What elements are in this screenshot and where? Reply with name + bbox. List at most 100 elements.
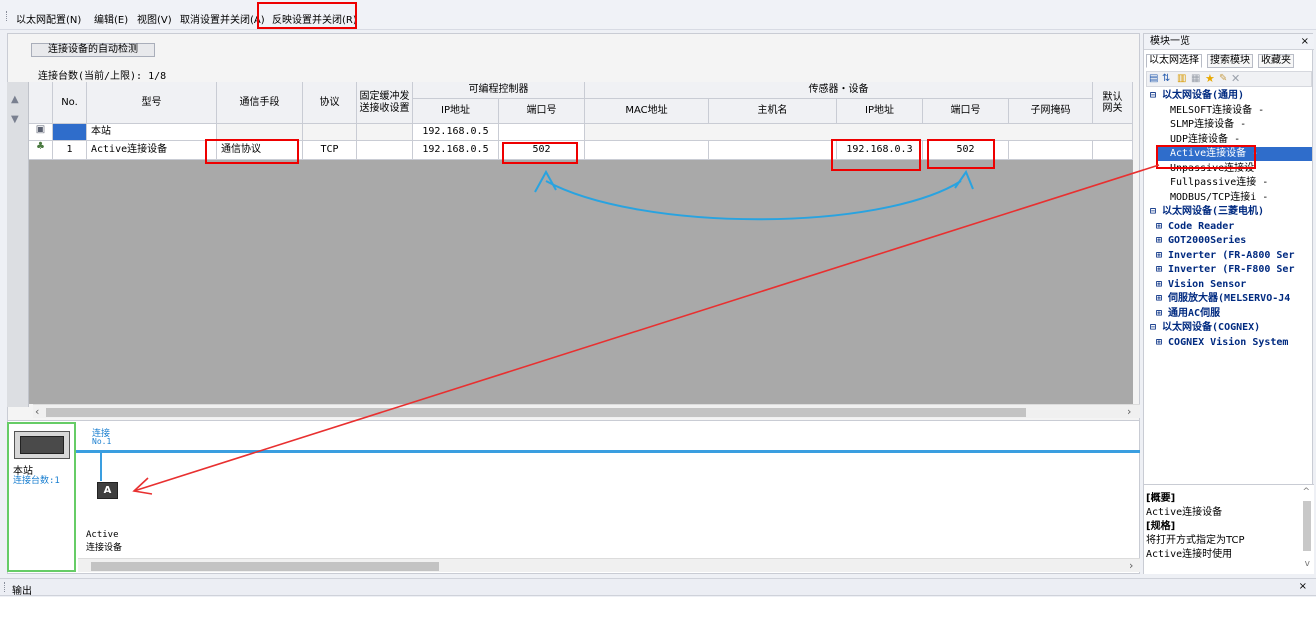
row-scroll-strip: ▲ ▼ bbox=[7, 82, 29, 407]
tree-item-slmp-device[interactable]: SLMP连接设备 - bbox=[1158, 118, 1312, 132]
menu-bar: 以太网配置(N) 编辑(E) 视图(V) 取消设置并关闭(A) 反映设置并关闭(… bbox=[0, 0, 1316, 30]
favorite-star-icon[interactable]: ★ bbox=[1205, 72, 1215, 85]
tab-favorites[interactable]: 收藏夹 bbox=[1258, 54, 1294, 68]
menu-ethernet-config[interactable]: 以太网配置(N) bbox=[16, 11, 81, 26]
diagram-hscroll-thumb[interactable] bbox=[91, 562, 439, 571]
device-row-dev-port[interactable]: 502 bbox=[923, 141, 1009, 160]
header-protocol: 协议 bbox=[303, 82, 357, 124]
tree-item-got2000[interactable]: ⊞ GOT2000Series bbox=[1156, 234, 1312, 248]
device-row-buffer[interactable] bbox=[357, 141, 413, 160]
tree-item-vision-sensor[interactable]: ⊞ Vision Sensor bbox=[1156, 278, 1312, 292]
menu-cancel-close[interactable]: 取消设置并关闭(A) bbox=[180, 11, 265, 26]
tab-search-module[interactable]: 搜索模块 bbox=[1207, 54, 1253, 68]
module-list-panel: 模块一览 × 以太网选择 搜索模块 收藏夹 ▤ ⇅ ▥ ▦ ★ ✎ ✕ ⊟ 以太… bbox=[1143, 33, 1314, 574]
menu-edit[interactable]: 编辑(E) bbox=[94, 11, 128, 26]
header-host: 主机名 bbox=[709, 99, 837, 124]
auto-detect-button[interactable]: 连接设备的自动检测 bbox=[31, 43, 155, 57]
favorite-edit-icon[interactable]: ✎ bbox=[1219, 73, 1227, 84]
toolbar-grip[interactable] bbox=[6, 11, 9, 21]
network-diagram bbox=[7, 420, 1140, 574]
tree-item-fullpassive-device[interactable]: Fullpassive连接 - bbox=[1158, 176, 1312, 190]
header-no: No. bbox=[53, 82, 87, 124]
desc-scroll-thumb[interactable] bbox=[1303, 501, 1311, 551]
device-row-subnet[interactable] bbox=[1009, 141, 1093, 160]
collapse-icon[interactable]: ▦ bbox=[1191, 73, 1200, 84]
connection-no: No.1 bbox=[92, 437, 112, 446]
station-row-icon: ▣ bbox=[29, 124, 53, 141]
tree-item-inverter-f800[interactable]: ⊞ Inverter (FR-F800 Ser bbox=[1156, 263, 1312, 277]
sort-order-icon[interactable]: ⇅ bbox=[1162, 73, 1170, 84]
station-row-no[interactable] bbox=[53, 124, 87, 141]
tree-item-inverter-a800[interactable]: ⊞ Inverter (FR-A800 Ser bbox=[1156, 249, 1312, 263]
expand-icon[interactable]: ▥ bbox=[1177, 73, 1186, 84]
panel-close-icon[interactable]: × bbox=[1301, 34, 1309, 50]
device-label-line1: Active bbox=[86, 530, 119, 540]
output-close-icon[interactable]: × bbox=[1299, 581, 1307, 592]
output-title: 输出 bbox=[12, 586, 32, 597]
header-comm: 通信手段 bbox=[217, 82, 303, 124]
module-toolbar: ▤ ⇅ ▥ ▦ ★ ✎ ✕ bbox=[1146, 71, 1312, 87]
station-row-rest bbox=[585, 124, 1133, 141]
tree-item-modbus-tcp-device[interactable]: MODBUS/TCP连接i - bbox=[1158, 191, 1312, 205]
header-sensor-group: 传感器・设备 bbox=[585, 82, 1093, 99]
tree-item-unpassive-device[interactable]: Unpassive连接设 bbox=[1158, 162, 1312, 176]
desc-scroll-up-icon[interactable]: ^ bbox=[1302, 487, 1310, 497]
delete-icon[interactable]: ✕ bbox=[1231, 72, 1240, 85]
table-hscroll-thumb[interactable] bbox=[46, 408, 1026, 417]
table-empty-area bbox=[29, 160, 1133, 404]
device-row-model: Active连接设备 bbox=[87, 141, 217, 160]
tree-item-servo-amplifier[interactable]: ⊞ 伺服放大器(MELSERVO-J4 bbox=[1156, 292, 1312, 306]
scroll-down-icon[interactable]: ▼ bbox=[11, 114, 19, 125]
table-hscroll[interactable]: ‹ › bbox=[33, 404, 1140, 418]
device-row-gateway[interactable] bbox=[1093, 141, 1133, 160]
diagram-scroll-right-icon[interactable]: › bbox=[1129, 559, 1133, 572]
overview-text: Active连接设备 bbox=[1146, 507, 1223, 518]
device-row-plc-port[interactable]: 502 bbox=[499, 141, 585, 160]
scroll-up-icon[interactable]: ▲ bbox=[11, 94, 19, 105]
tree-item-group-ethernet-general[interactable]: ⊟ 以太网设备(通用) bbox=[1150, 89, 1312, 103]
tree-item-code-reader[interactable]: ⊞ Code Reader bbox=[1156, 220, 1312, 234]
network-bus-line bbox=[76, 450, 1140, 453]
tree-item-ac-servo[interactable]: ⊞ 通用AC伺服 bbox=[1156, 307, 1312, 321]
device-row-protocol[interactable]: TCP bbox=[303, 141, 357, 160]
output-grip[interactable] bbox=[4, 582, 7, 592]
tree-item-group-ethernet-mitsubishi[interactable]: ⊟ 以太网设备(三菱电机) bbox=[1150, 205, 1312, 219]
station-row-buffer bbox=[357, 124, 413, 141]
plc-icon bbox=[14, 431, 70, 459]
scroll-left-icon[interactable]: ‹ bbox=[35, 405, 39, 418]
device-row-host[interactable] bbox=[709, 141, 837, 160]
device-row-mac[interactable] bbox=[585, 141, 709, 160]
output-body bbox=[0, 597, 1316, 621]
header-plc-ip: IP地址 bbox=[413, 99, 499, 124]
device-row-icon: ♣ bbox=[29, 141, 53, 160]
tree-item-melsoft-device[interactable]: MELSOFT连接设备 - bbox=[1158, 104, 1312, 118]
device-row-dev-ip[interactable]: 192.168.0.3 bbox=[837, 141, 923, 160]
menu-view[interactable]: 视图(V) bbox=[137, 11, 172, 26]
device-row-no: 1 bbox=[53, 141, 87, 160]
scroll-right-icon[interactable]: › bbox=[1127, 405, 1131, 418]
station-row-plc-port bbox=[499, 124, 585, 141]
header-icon-col bbox=[29, 82, 53, 124]
diagram-hscroll[interactable]: ‹ › bbox=[78, 558, 1140, 572]
device-row-plc-ip: 192.168.0.5 bbox=[413, 141, 499, 160]
station-panel[interactable]: 本站 连接台数:1 bbox=[7, 422, 76, 572]
header-gateway: 默认 网关 bbox=[1093, 82, 1133, 124]
active-device-icon[interactable]: A bbox=[97, 482, 118, 499]
tree-item-udp-device[interactable]: UDP连接设备 - bbox=[1158, 133, 1312, 147]
header-plc-port: 端口号 bbox=[499, 99, 585, 124]
sort-icon[interactable]: ▤ bbox=[1149, 73, 1158, 84]
menu-apply-close[interactable]: 反映设置并关闭(R) bbox=[272, 11, 357, 26]
module-list-title: 模块一览 bbox=[1150, 36, 1190, 47]
device-row-comm[interactable]: 通信协议 bbox=[217, 141, 303, 160]
header-fixed-buffer: 固定缓冲发 送接收设置 bbox=[357, 82, 413, 124]
tab-ethernet-select[interactable]: 以太网选择 bbox=[1146, 54, 1202, 68]
station-row-protocol bbox=[303, 124, 357, 141]
overview-title: [概要] bbox=[1146, 493, 1176, 504]
spec-title: [规格] bbox=[1146, 521, 1176, 532]
tree-item-cognex-vision[interactable]: ⊞ COGNEX Vision System bbox=[1156, 336, 1312, 350]
station-count: 连接台数:1 bbox=[13, 476, 60, 486]
tree-item-active-device[interactable]: Active连接设备 - bbox=[1158, 147, 1312, 161]
tree-item-group-ethernet-cognex[interactable]: ⊟ 以太网设备(COGNEX) bbox=[1150, 321, 1312, 335]
header-dev-ip: IP地址 bbox=[837, 99, 923, 124]
desc-scroll-down-icon[interactable]: v bbox=[1305, 559, 1310, 569]
